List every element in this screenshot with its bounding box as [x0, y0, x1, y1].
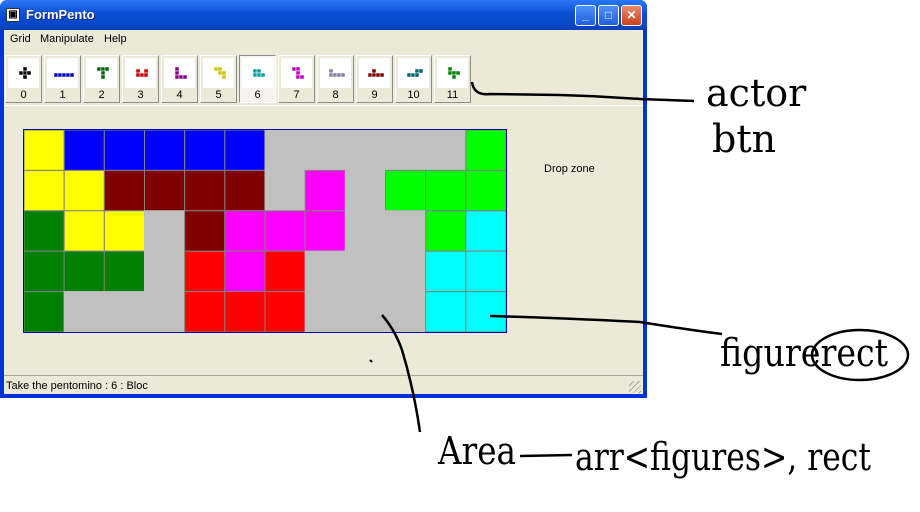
annotation-arrow-actor — [470, 81, 695, 103]
annot-area-text: Area — [437, 429, 516, 473]
annotation-arrow-area — [381, 314, 422, 433]
annot-area-type-text: arr<figures>, rect — [575, 435, 871, 479]
annotation-arrow-figurerect — [489, 314, 723, 336]
annot-actor-text: actor — [706, 71, 807, 115]
handwritten-annotations: actor btn figurerect Area arr<figures>, … — [369, 71, 910, 479]
annot-figurerect-text: figurerect — [720, 331, 888, 375]
annotation-dot — [369, 359, 373, 363]
annot-btn-text: btn — [712, 117, 776, 161]
annotation-arrow-area-right — [519, 453, 573, 458]
